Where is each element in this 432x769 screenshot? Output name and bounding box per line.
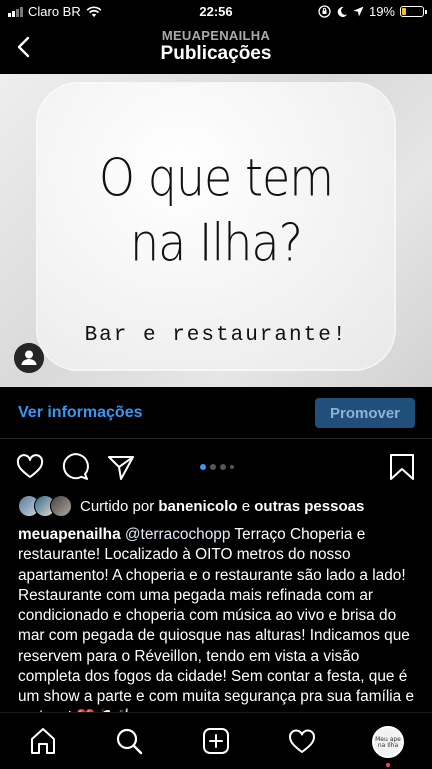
liker-username[interactable]: banenicolo — [158, 498, 237, 515]
view-insights-link[interactable]: Ver informações — [18, 404, 143, 422]
bookmark-icon[interactable] — [387, 452, 417, 482]
comment-icon[interactable] — [60, 452, 90, 482]
carousel-dot — [220, 464, 226, 470]
caption-text: Terraço Choperia e restaurante! Localiza… — [18, 526, 415, 726]
insights-row: Ver informações Promover — [0, 388, 432, 439]
profile-avatar[interactable]: Meu ape na Ilha — [372, 726, 404, 758]
home-icon[interactable] — [27, 725, 59, 757]
account-username: MEUAPENAILHA — [161, 28, 271, 43]
post-image[interactable]: O que tem na Ilha? Bar e restaurante! — [0, 74, 432, 387]
nav-bar: MEUAPENAILHA Publicações — [0, 24, 432, 70]
activity-icon[interactable] — [286, 725, 318, 757]
share-icon[interactable] — [106, 452, 136, 482]
caption-username[interactable]: meuapenailha — [18, 526, 121, 543]
promote-button[interactable]: Promover — [315, 398, 415, 428]
avatar — [50, 495, 72, 517]
battery-percent: 19% — [368, 4, 395, 19]
post-image-title: O que tem na Ilha? — [38, 145, 394, 275]
likes-summary[interactable]: Curtido por banenicolo e outras pessoas — [18, 494, 364, 518]
post-image-title-line2: na Ilha? — [129, 212, 303, 273]
post-image-subtitle: Bar e restaurante! — [84, 324, 348, 347]
heart-icon[interactable] — [15, 452, 45, 482]
likes-others[interactable]: outras pessoas — [254, 498, 364, 515]
notification-dot — [386, 763, 390, 767]
tab-bar: Meu ape na Ilha — [0, 712, 432, 769]
page-title: Publicações — [160, 43, 272, 64]
post-actions — [0, 450, 432, 484]
profile-avatar-text: Meu ape na Ilha — [375, 736, 401, 749]
new-post-icon[interactable] — [200, 725, 232, 757]
caption-mention[interactable]: @terracochopp — [125, 526, 230, 543]
likes-prefix: Curtido por — [80, 497, 155, 515]
post-caption: meuapenailha @terracochopp Terraço Chope… — [18, 525, 418, 728]
liker-avatars — [18, 495, 72, 517]
moon-icon — [337, 6, 347, 17]
carousel-dot — [210, 464, 216, 470]
location-arrow-icon — [353, 6, 364, 17]
carousel-dot — [230, 465, 234, 469]
battery-icon — [400, 6, 427, 17]
tagged-users-icon[interactable] — [14, 343, 44, 373]
carousel-indicator — [200, 464, 234, 470]
post-image-title-line1: O que tem — [98, 147, 334, 208]
orientation-lock-icon — [318, 5, 331, 18]
post-image-card: O que tem na Ilha? Bar e restaurante! — [38, 84, 394, 369]
likes-connector: e — [241, 497, 251, 515]
carousel-dot — [200, 464, 206, 470]
status-bar: Claro BR 22:56 19% — [0, 0, 432, 24]
search-icon[interactable] — [113, 725, 145, 757]
